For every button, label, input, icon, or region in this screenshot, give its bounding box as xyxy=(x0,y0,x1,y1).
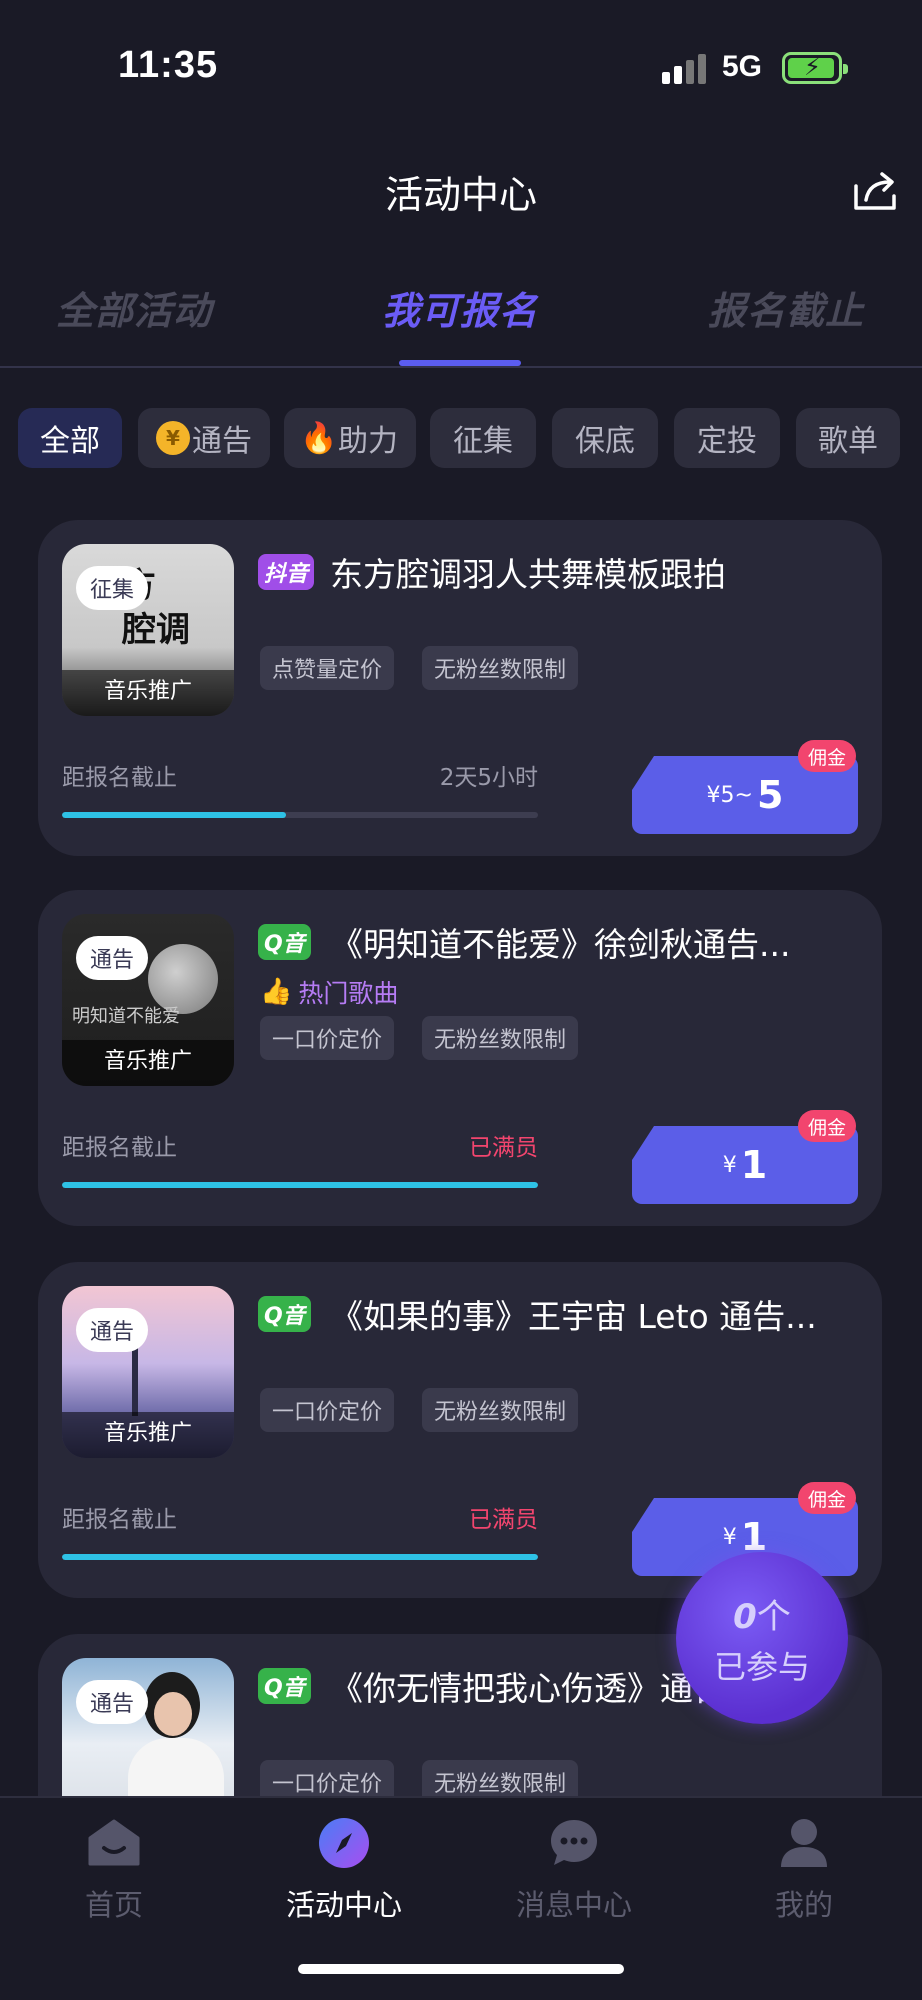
nav-me[interactable]: 我的 xyxy=(724,1814,884,1924)
activity-type-badge: 征集 xyxy=(76,566,149,610)
fire-icon: 🔥 xyxy=(300,420,338,456)
tab-can-register[interactable]: 我可报名 xyxy=(382,280,538,335)
commission-badge: 佣金 xyxy=(798,1110,857,1142)
chip-guaranteed[interactable]: 保底 xyxy=(552,408,658,468)
nav-message-center[interactable]: 消息中心 xyxy=(494,1814,654,1924)
deadline-value: 已满员 xyxy=(469,1507,538,1533)
price-value: 1 xyxy=(740,1143,768,1187)
progress-fill xyxy=(62,1554,538,1560)
nav-label: 活动中心 xyxy=(285,1888,402,1922)
activity-thumbnail: 明知道不能爱 通告 音乐推广 xyxy=(62,914,234,1086)
page-title: 活动中心 xyxy=(384,173,537,217)
chip-label: 通告 xyxy=(192,424,252,459)
joined-label: 已参与 xyxy=(713,1647,810,1686)
deadline-label: 距报名截止 xyxy=(62,1507,177,1533)
platform-badge: 抖音 xyxy=(258,554,315,590)
price-prefix: ¥ xyxy=(722,1524,737,1550)
registration-progress xyxy=(62,1182,538,1188)
artist-face-image xyxy=(154,1692,192,1736)
status-bar: 11:35 5G ⚡ xyxy=(0,0,922,140)
deadline-label: 距报名截止 xyxy=(62,1135,177,1161)
nav-label: 首页 xyxy=(84,1888,143,1922)
tab-registration-closed[interactable]: 报名截止 xyxy=(708,280,864,335)
chip-label: 助力 xyxy=(338,424,398,459)
activity-card[interactable]: 明知道不能爱 通告 音乐推广 Q音 《明知道不能爱》徐剑秋通告... 👍 热门歌… xyxy=(38,890,882,1226)
price-prefix: ¥ xyxy=(722,1152,737,1178)
follower-limit-tag: 无粉丝数限制 xyxy=(422,1388,579,1432)
progress-fill xyxy=(62,812,286,818)
share-icon[interactable] xyxy=(852,170,900,212)
chip-playlist[interactable]: 歌单 xyxy=(796,408,900,468)
battery-icon: ⚡ xyxy=(782,52,848,84)
chip-label: 征集 xyxy=(453,424,513,459)
home-icon xyxy=(85,1814,143,1872)
chip-label: 全部 xyxy=(40,424,100,459)
nav-activity-center[interactable]: 活动中心 xyxy=(264,1814,424,1924)
thumbnail-caption: 音乐推广 xyxy=(62,1412,234,1458)
commission-badge: 佣金 xyxy=(798,1482,857,1514)
activity-type-badge: 通告 xyxy=(76,1308,149,1352)
hot-song-label: 👍 热门歌曲 xyxy=(260,974,398,1010)
follower-limit-tag: 无粉丝数限制 xyxy=(422,646,579,690)
thumbnail-caption: 音乐推广 xyxy=(62,1040,234,1086)
compass-icon xyxy=(315,1814,373,1872)
commission-badge: 佣金 xyxy=(798,740,857,772)
nav-home[interactable]: 首页 xyxy=(34,1814,194,1924)
activity-type-badge: 通告 xyxy=(76,936,149,980)
yen-coin-icon: ¥ xyxy=(156,421,190,455)
main-tabs: 全部活动 我可报名 报名截止 xyxy=(0,268,922,368)
pricing-tag: 一口价定价 xyxy=(260,1016,395,1060)
hot-label-text: 热门歌曲 xyxy=(298,979,399,1008)
chat-bubble-icon xyxy=(545,1814,603,1872)
chip-announcement[interactable]: ¥ 通告 xyxy=(138,408,270,468)
joined-count: 0个 xyxy=(733,1596,791,1637)
follower-limit-tag: 无粉丝数限制 xyxy=(422,1016,579,1060)
deadline-label: 距报名截止 xyxy=(62,765,177,791)
network-type: 5G xyxy=(722,50,763,83)
activity-type-badge: 通告 xyxy=(76,1680,149,1724)
deadline-value: 已满员 xyxy=(469,1135,538,1161)
lamp-image xyxy=(132,1346,138,1416)
platform-badge: Q音 xyxy=(258,924,311,960)
activity-thumbnail: 通告 音乐推广 xyxy=(62,1286,234,1458)
joined-count-button[interactable]: 0个 已参与 xyxy=(676,1552,848,1724)
registration-progress xyxy=(62,812,538,818)
deadline-value: 2天5小时 xyxy=(439,765,538,791)
platform-badge: Q音 xyxy=(258,1296,311,1332)
activity-card[interactable]: 方 腔调 征集 音乐推广 抖音 东方腔调羽人共舞模板跟拍 点赞量定价 无粉丝数限… xyxy=(38,520,882,856)
thumbs-up-icon: 👍 xyxy=(260,977,293,1007)
active-tab-indicator xyxy=(399,360,521,366)
price-value: 5 xyxy=(756,773,784,817)
platform-badge: Q音 xyxy=(258,1668,311,1704)
chip-boost[interactable]: 🔥 助力 xyxy=(284,408,416,468)
thumbnail-caption: 音乐推广 xyxy=(62,670,234,716)
chip-all[interactable]: 全部 xyxy=(18,408,122,468)
signal-strength-icon xyxy=(662,54,710,84)
activity-card[interactable]: 通告 音乐推广 Q音 《如果的事》王宇宙 Leto 通告... 一口价定价 无粉… xyxy=(38,1262,882,1598)
activity-title: 《如果的事》王宇宙 Leto 通告... xyxy=(330,1297,817,1336)
activity-title: 《明知道不能爱》徐剑秋通告... xyxy=(330,925,791,964)
progress-fill xyxy=(62,1182,538,1188)
nav-label: 消息中心 xyxy=(515,1888,632,1922)
status-time: 11:35 xyxy=(118,44,219,86)
profile-icon xyxy=(775,1814,833,1872)
registration-progress xyxy=(62,1554,538,1560)
thumbnail-art-text: 明知道不能爱 xyxy=(72,1006,180,1027)
price-prefix: ¥5~ xyxy=(706,782,753,808)
chip-label: 歌单 xyxy=(818,424,878,459)
chip-targeted[interactable]: 定投 xyxy=(674,408,780,468)
activity-thumbnail: 方 腔调 征集 音乐推广 xyxy=(62,544,234,716)
chip-label: 保底 xyxy=(575,424,635,459)
category-filter-chips: 全部 ¥ 通告 🔥 助力 征集 保底 定投 歌单 xyxy=(18,408,922,468)
chip-label: 定投 xyxy=(697,424,757,459)
pricing-tag: 点赞量定价 xyxy=(260,646,395,690)
nav-label: 我的 xyxy=(774,1888,833,1922)
activity-title: 东方腔调羽人共舞模板跟拍 xyxy=(330,555,726,594)
home-indicator xyxy=(298,1964,624,1974)
chip-collection[interactable]: 征集 xyxy=(430,408,536,468)
tab-all-activities[interactable]: 全部活动 xyxy=(56,280,212,335)
pricing-tag: 一口价定价 xyxy=(260,1388,395,1432)
